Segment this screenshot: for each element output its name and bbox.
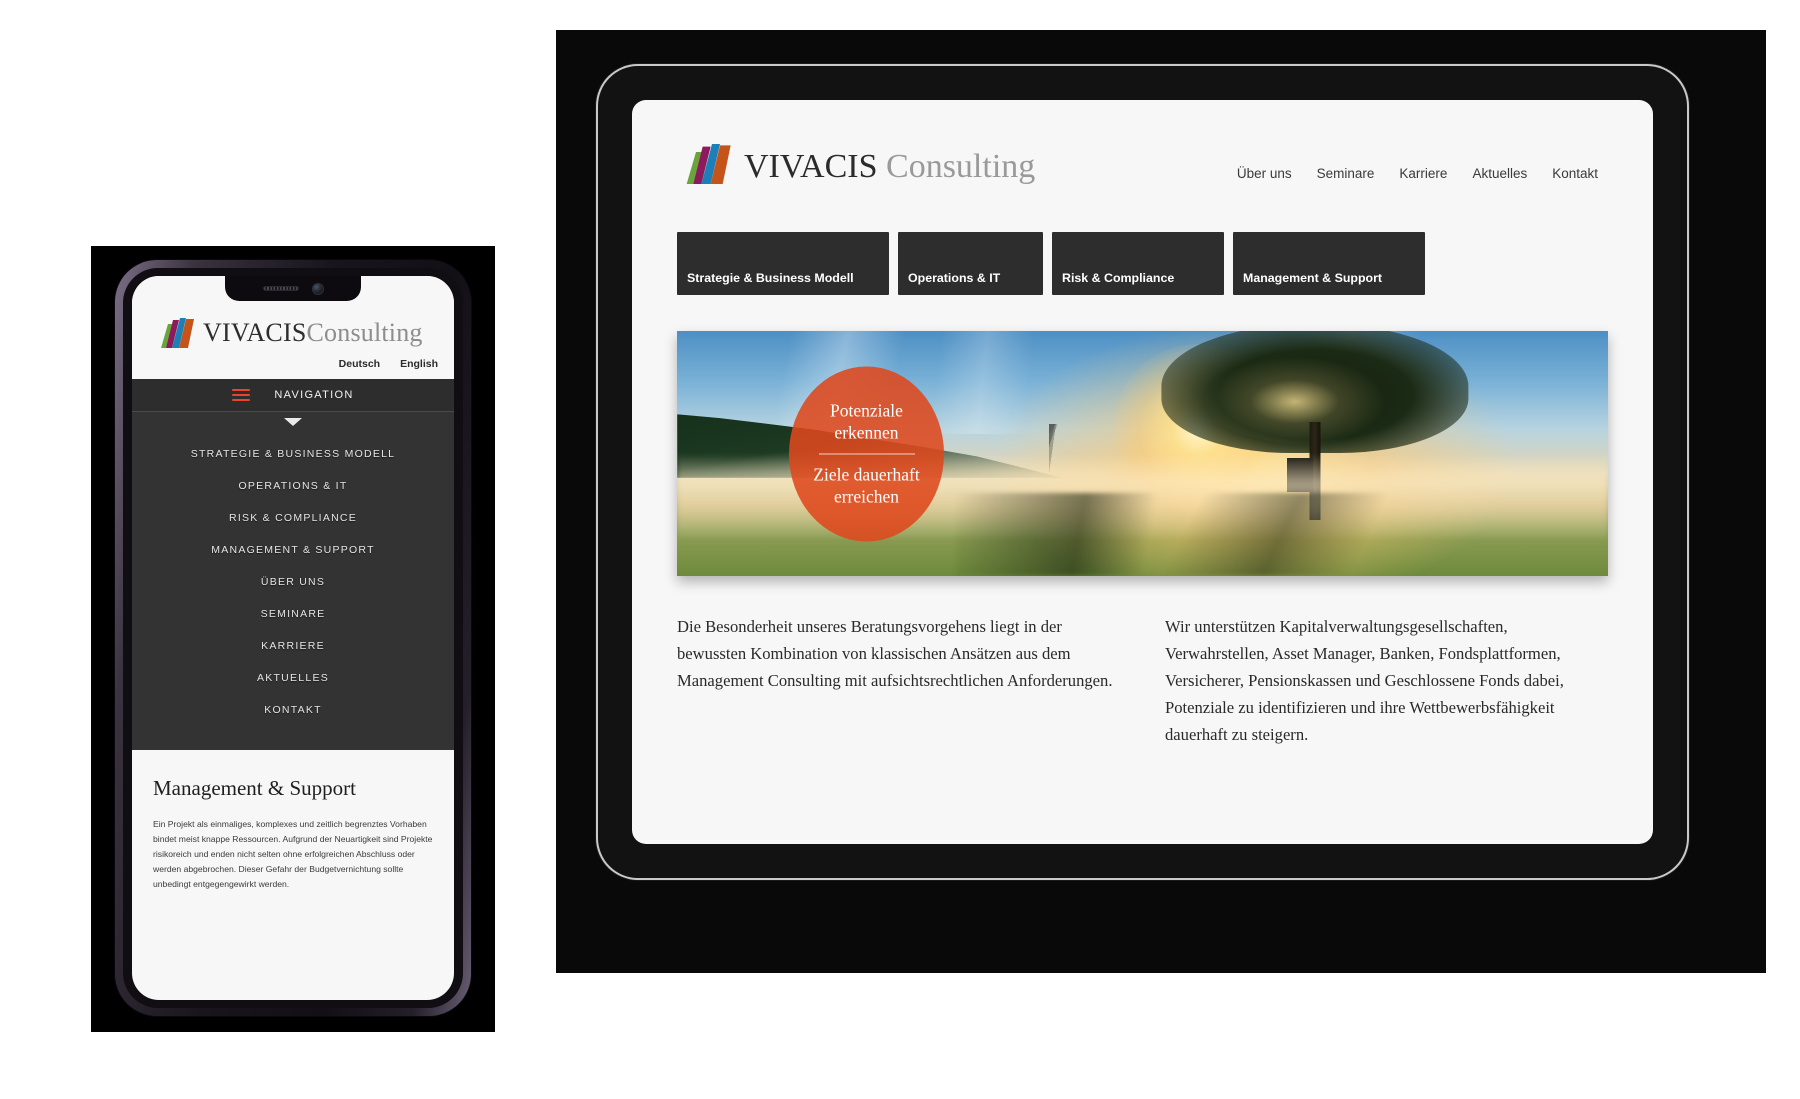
phone-nav-toggle[interactable]: NAVIGATION (132, 379, 454, 412)
tablet-top-nav: Über uns Seminare Karriere Aktuelles Kon… (1237, 152, 1598, 181)
wordmark-light: Consulting (306, 318, 423, 347)
lang-link-deutsch[interactable]: Deutsch (339, 358, 380, 370)
phone-menu: STRATEGIE & BUSINESS MODELL OPERATIONS &… (132, 412, 454, 750)
nav-link-ueber-uns[interactable]: Über uns (1237, 166, 1292, 181)
menu-item-management[interactable]: MANAGEMENT & SUPPORT (132, 534, 454, 566)
phone-body-text: Ein Projekt als einmaliges, komplexes un… (153, 819, 433, 890)
phone-body: VIVACISConsulting Deutsch English NAVIGA… (115, 260, 471, 1016)
nav-link-aktuelles[interactable]: Aktuelles (1472, 166, 1527, 181)
phone-mockup: VIVACISConsulting Deutsch English NAVIGA… (91, 246, 495, 1032)
tile-operations[interactable]: Operations & IT (898, 232, 1043, 295)
hero-badge-line1: Potenziale erkennen (830, 399, 903, 444)
hero-ground-shadows (956, 492, 1534, 576)
speaker-grille-icon (262, 286, 299, 291)
tile-strategie[interactable]: Strategie & Business Modell (677, 232, 889, 295)
menu-item-ueber-uns[interactable]: ÜBER UNS (132, 566, 454, 598)
menu-item-kontakt[interactable]: KONTAKT (132, 694, 454, 726)
wordmark-bold: VIVACIS (203, 318, 307, 347)
tablet-logo[interactable]: VIVACIS Consulting (677, 144, 1035, 189)
hero-badge-line2b: erreichen (833, 486, 900, 507)
menu-item-operations[interactable]: OPERATIONS & IT (132, 470, 454, 502)
menu-item-seminare[interactable]: SEMINARE (132, 598, 454, 630)
wordmark-bold: VIVACIS (744, 147, 878, 185)
tablet-screen: VIVACIS Consulting Über uns Seminare Kar… (632, 100, 1653, 844)
vivacis-logo-icon (677, 144, 731, 189)
phone-language-switcher: Deutsch English (132, 348, 454, 379)
wordmark-light: Consulting (886, 147, 1036, 185)
phone-notch (225, 276, 361, 301)
tablet-service-tiles: Strategie & Business Modell Operations &… (632, 189, 1653, 295)
hero-badge-line1b: erkennen (834, 422, 899, 443)
phone-wordmark: VIVACISConsulting (203, 318, 423, 348)
lang-link-english[interactable]: English (400, 358, 438, 370)
vivacis-logo-icon (154, 318, 194, 348)
text-column-left: Die Besonderheit unseres Beratungsvorgeh… (677, 617, 1113, 690)
tablet-mockup: VIVACIS Consulting Über uns Seminare Kar… (556, 30, 1766, 973)
hamburger-icon[interactable] (232, 386, 251, 403)
hero-badge-line1a: Potenziale (830, 400, 903, 421)
hero-badge-line2: Ziele dauerhaft erreichen (813, 463, 919, 508)
nav-toggle-label: NAVIGATION (274, 389, 354, 401)
tile-management[interactable]: Management & Support (1233, 232, 1425, 295)
menu-caret-icon (284, 418, 302, 426)
menu-item-strategie[interactable]: STRATEGIE & BUSINESS MODELL (132, 438, 454, 470)
front-camera-icon (311, 282, 324, 295)
nav-link-kontakt[interactable]: Kontakt (1552, 166, 1598, 181)
phone-page-title: Management & Support (153, 776, 356, 800)
tablet-site-header: VIVACIS Consulting Über uns Seminare Kar… (632, 100, 1653, 189)
hero-badge-divider (818, 453, 915, 454)
hero-badge-line2a: Ziele dauerhaft (813, 464, 920, 484)
text-column-right: Wir unterstützen Kapitalverwaltungsgesel… (1165, 617, 1564, 744)
menu-item-karriere[interactable]: KARRIERE (132, 630, 454, 662)
page-root: VIVACISConsulting Deutsch English NAVIGA… (0, 0, 1800, 1099)
tablet-text-columns: Die Besonderheit unseres Beratungsvorgeh… (632, 576, 1653, 748)
hero-badge[interactable]: Potenziale erkennen Ziele dauerhaft erre… (789, 366, 944, 541)
phone-logo[interactable]: VIVACISConsulting (132, 318, 454, 348)
nav-link-karriere[interactable]: Karriere (1399, 166, 1447, 181)
tablet-body: VIVACIS Consulting Über uns Seminare Kar… (598, 66, 1687, 878)
hero-banner: Potenziale erkennen Ziele dauerhaft erre… (677, 331, 1608, 576)
phone-screen: VIVACISConsulting Deutsch English NAVIGA… (132, 276, 454, 1000)
tile-risk[interactable]: Risk & Compliance (1052, 232, 1224, 295)
phone-content: Management & Support Ein Projekt als ein… (132, 750, 454, 893)
nav-link-seminare[interactable]: Seminare (1317, 166, 1375, 181)
tablet-wordmark: VIVACIS Consulting (744, 148, 1035, 186)
menu-item-risk[interactable]: RISK & COMPLIANCE (132, 502, 454, 534)
menu-item-aktuelles[interactable]: AKTUELLES (132, 662, 454, 694)
